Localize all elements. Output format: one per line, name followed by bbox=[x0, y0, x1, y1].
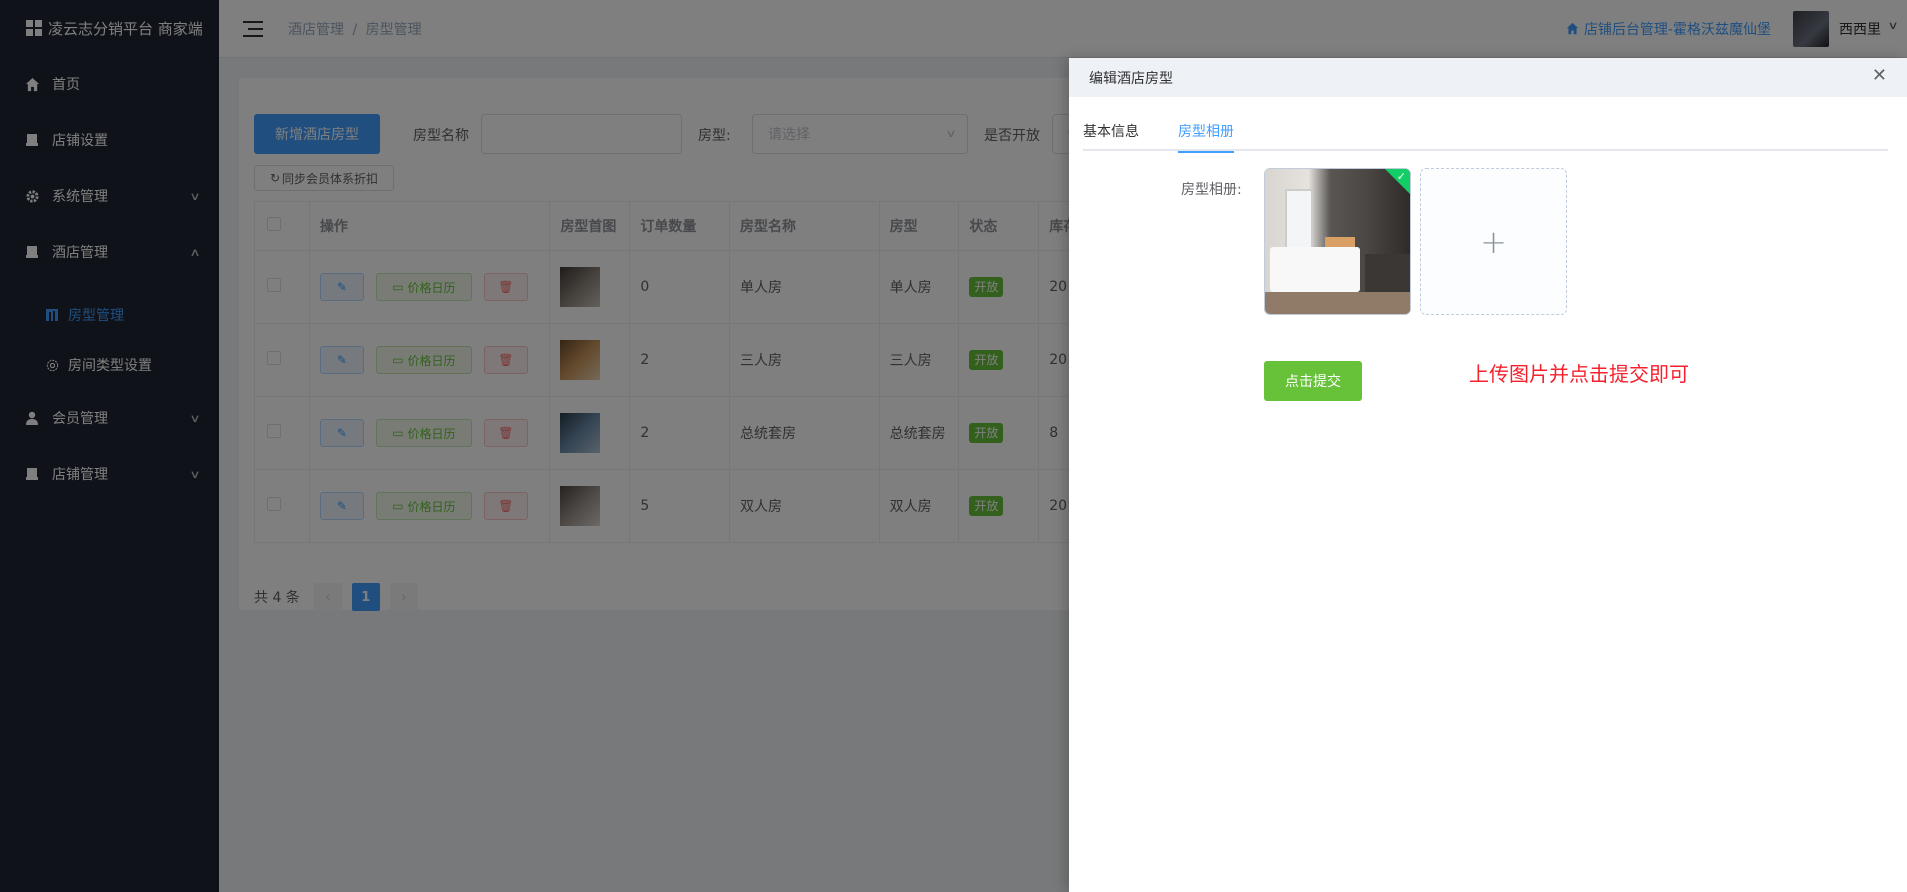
plus-icon: + bbox=[1480, 222, 1507, 261]
tab-basic-info[interactable]: 基本信息 bbox=[1083, 121, 1139, 151]
upload-hint-annotation: 上传图片并点击提交即可 bbox=[1469, 362, 1689, 386]
drawer-tabs: 基本信息 房型相册 bbox=[1083, 111, 1888, 153]
check-icon: ✓ bbox=[1396, 170, 1406, 183]
submit-button[interactable]: 点击提交 bbox=[1264, 361, 1362, 401]
drawer-title: 编辑酒店房型 bbox=[1089, 70, 1173, 87]
album-photo[interactable]: ✓ bbox=[1264, 168, 1411, 315]
upload-photo-button[interactable]: + bbox=[1420, 168, 1567, 315]
close-icon[interactable]: ✕ bbox=[1872, 67, 1887, 85]
album-label: 房型相册: bbox=[1181, 182, 1242, 198]
edit-room-type-drawer: 编辑酒店房型 ✕ 基本信息 房型相册 房型相册: ✓ + 点击提交 上传图片并点… bbox=[1069, 58, 1907, 892]
tab-room-album[interactable]: 房型相册 bbox=[1178, 121, 1234, 153]
drawer-header: 编辑酒店房型 bbox=[1069, 58, 1907, 97]
